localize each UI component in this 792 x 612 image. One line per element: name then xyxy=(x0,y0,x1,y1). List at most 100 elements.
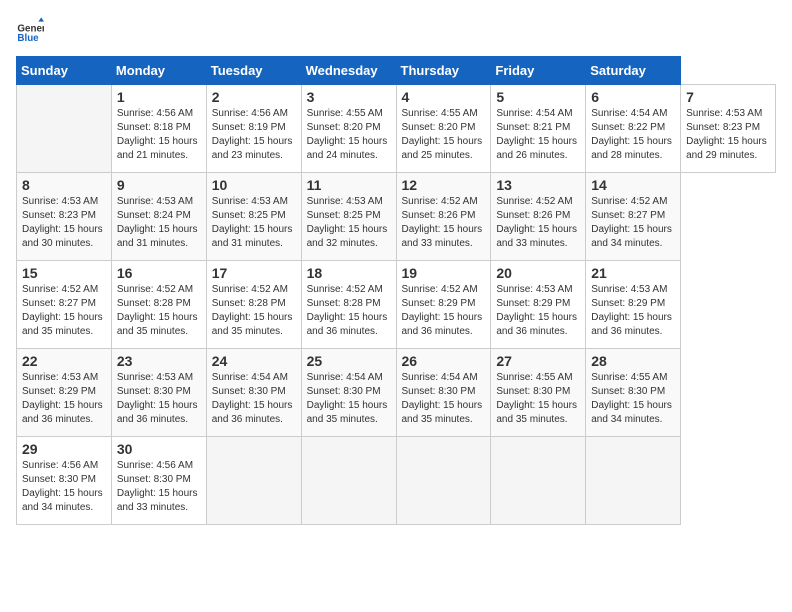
calendar-day-cell: 28 Sunrise: 4:55 AM Sunset: 8:30 PM Dayl… xyxy=(586,349,681,437)
calendar-day-cell: 7 Sunrise: 4:53 AM Sunset: 8:23 PM Dayli… xyxy=(681,85,776,173)
calendar-day-cell: 13 Sunrise: 4:52 AM Sunset: 8:26 PM Dayl… xyxy=(491,173,586,261)
day-info: Sunrise: 4:54 AM Sunset: 8:30 PM Dayligh… xyxy=(402,371,486,427)
day-number: 6 xyxy=(591,89,675,105)
day-number: 21 xyxy=(591,265,675,281)
calendar-day-cell: 17 Sunrise: 4:52 AM Sunset: 8:28 PM Dayl… xyxy=(206,261,301,349)
calendar-day-cell: 2 Sunrise: 4:56 AM Sunset: 8:19 PM Dayli… xyxy=(206,85,301,173)
calendar-header-day: Tuesday xyxy=(206,57,301,85)
calendar-day-cell: 24 Sunrise: 4:54 AM Sunset: 8:30 PM Dayl… xyxy=(206,349,301,437)
day-number: 27 xyxy=(496,353,580,369)
calendar-day-cell: 22 Sunrise: 4:53 AM Sunset: 8:29 PM Dayl… xyxy=(17,349,112,437)
day-info: Sunrise: 4:53 AM Sunset: 8:24 PM Dayligh… xyxy=(117,195,201,251)
calendar-day-cell: 6 Sunrise: 4:54 AM Sunset: 8:22 PM Dayli… xyxy=(586,85,681,173)
calendar-day-cell: 8 Sunrise: 4:53 AM Sunset: 8:23 PM Dayli… xyxy=(17,173,112,261)
calendar-week-row: 8 Sunrise: 4:53 AM Sunset: 8:23 PM Dayli… xyxy=(17,173,776,261)
calendar-day-cell: 18 Sunrise: 4:52 AM Sunset: 8:28 PM Dayl… xyxy=(301,261,396,349)
calendar-day-cell xyxy=(491,437,586,525)
day-info: Sunrise: 4:54 AM Sunset: 8:30 PM Dayligh… xyxy=(212,371,296,427)
calendar-day-cell: 11 Sunrise: 4:53 AM Sunset: 8:25 PM Dayl… xyxy=(301,173,396,261)
day-number: 9 xyxy=(117,177,201,193)
logo-icon: General Blue xyxy=(16,16,44,44)
calendar-day-cell: 25 Sunrise: 4:54 AM Sunset: 8:30 PM Dayl… xyxy=(301,349,396,437)
day-info: Sunrise: 4:52 AM Sunset: 8:26 PM Dayligh… xyxy=(402,195,486,251)
day-info: Sunrise: 4:53 AM Sunset: 8:25 PM Dayligh… xyxy=(212,195,296,251)
calendar-day-cell: 5 Sunrise: 4:54 AM Sunset: 8:21 PM Dayli… xyxy=(491,85,586,173)
day-info: Sunrise: 4:56 AM Sunset: 8:19 PM Dayligh… xyxy=(212,107,296,163)
day-number: 4 xyxy=(402,89,486,105)
calendar-day-cell: 12 Sunrise: 4:52 AM Sunset: 8:26 PM Dayl… xyxy=(396,173,491,261)
calendar-header-row: SundayMondayTuesdayWednesdayThursdayFrid… xyxy=(17,57,776,85)
day-info: Sunrise: 4:56 AM Sunset: 8:30 PM Dayligh… xyxy=(22,459,106,515)
day-info: Sunrise: 4:53 AM Sunset: 8:25 PM Dayligh… xyxy=(307,195,391,251)
day-info: Sunrise: 4:55 AM Sunset: 8:20 PM Dayligh… xyxy=(307,107,391,163)
calendar-day-cell xyxy=(301,437,396,525)
calendar-day-cell: 15 Sunrise: 4:52 AM Sunset: 8:27 PM Dayl… xyxy=(17,261,112,349)
day-number: 22 xyxy=(22,353,106,369)
svg-text:Blue: Blue xyxy=(17,33,39,44)
day-info: Sunrise: 4:53 AM Sunset: 8:29 PM Dayligh… xyxy=(496,283,580,339)
day-number: 8 xyxy=(22,177,106,193)
day-info: Sunrise: 4:53 AM Sunset: 8:29 PM Dayligh… xyxy=(22,371,106,427)
day-number: 11 xyxy=(307,177,391,193)
calendar-day-cell: 4 Sunrise: 4:55 AM Sunset: 8:20 PM Dayli… xyxy=(396,85,491,173)
day-number: 30 xyxy=(117,441,201,457)
day-info: Sunrise: 4:53 AM Sunset: 8:29 PM Dayligh… xyxy=(591,283,675,339)
day-info: Sunrise: 4:52 AM Sunset: 8:29 PM Dayligh… xyxy=(402,283,486,339)
day-number: 10 xyxy=(212,177,296,193)
day-info: Sunrise: 4:55 AM Sunset: 8:30 PM Dayligh… xyxy=(496,371,580,427)
day-info: Sunrise: 4:53 AM Sunset: 8:23 PM Dayligh… xyxy=(22,195,106,251)
calendar-week-row: 22 Sunrise: 4:53 AM Sunset: 8:29 PM Dayl… xyxy=(17,349,776,437)
day-number: 20 xyxy=(496,265,580,281)
day-info: Sunrise: 4:54 AM Sunset: 8:30 PM Dayligh… xyxy=(307,371,391,427)
calendar-week-row: 1 Sunrise: 4:56 AM Sunset: 8:18 PM Dayli… xyxy=(17,85,776,173)
day-info: Sunrise: 4:52 AM Sunset: 8:28 PM Dayligh… xyxy=(212,283,296,339)
day-number: 3 xyxy=(307,89,391,105)
day-info: Sunrise: 4:52 AM Sunset: 8:27 PM Dayligh… xyxy=(591,195,675,251)
day-number: 18 xyxy=(307,265,391,281)
calendar-day-cell: 23 Sunrise: 4:53 AM Sunset: 8:30 PM Dayl… xyxy=(111,349,206,437)
calendar-day-cell: 16 Sunrise: 4:52 AM Sunset: 8:28 PM Dayl… xyxy=(111,261,206,349)
calendar-day-cell xyxy=(17,85,112,173)
day-info: Sunrise: 4:52 AM Sunset: 8:26 PM Dayligh… xyxy=(496,195,580,251)
calendar-day-cell: 10 Sunrise: 4:53 AM Sunset: 8:25 PM Dayl… xyxy=(206,173,301,261)
calendar-header-day: Wednesday xyxy=(301,57,396,85)
calendar-day-cell xyxy=(396,437,491,525)
calendar-day-cell: 20 Sunrise: 4:53 AM Sunset: 8:29 PM Dayl… xyxy=(491,261,586,349)
day-number: 23 xyxy=(117,353,201,369)
calendar-day-cell: 1 Sunrise: 4:56 AM Sunset: 8:18 PM Dayli… xyxy=(111,85,206,173)
calendar-week-row: 29 Sunrise: 4:56 AM Sunset: 8:30 PM Dayl… xyxy=(17,437,776,525)
day-number: 7 xyxy=(686,89,770,105)
calendar-body: 1 Sunrise: 4:56 AM Sunset: 8:18 PM Dayli… xyxy=(17,85,776,525)
day-info: Sunrise: 4:55 AM Sunset: 8:20 PM Dayligh… xyxy=(402,107,486,163)
day-number: 26 xyxy=(402,353,486,369)
day-info: Sunrise: 4:53 AM Sunset: 8:30 PM Dayligh… xyxy=(117,371,201,427)
day-number: 13 xyxy=(496,177,580,193)
calendar-header-day: Sunday xyxy=(17,57,112,85)
calendar-day-cell: 3 Sunrise: 4:55 AM Sunset: 8:20 PM Dayli… xyxy=(301,85,396,173)
calendar-day-cell: 19 Sunrise: 4:52 AM Sunset: 8:29 PM Dayl… xyxy=(396,261,491,349)
day-number: 14 xyxy=(591,177,675,193)
day-number: 16 xyxy=(117,265,201,281)
day-number: 25 xyxy=(307,353,391,369)
day-info: Sunrise: 4:56 AM Sunset: 8:30 PM Dayligh… xyxy=(117,459,201,515)
calendar-day-cell xyxy=(586,437,681,525)
day-number: 29 xyxy=(22,441,106,457)
day-number: 1 xyxy=(117,89,201,105)
day-info: Sunrise: 4:55 AM Sunset: 8:30 PM Dayligh… xyxy=(591,371,675,427)
logo: General Blue xyxy=(16,16,44,44)
calendar-day-cell: 26 Sunrise: 4:54 AM Sunset: 8:30 PM Dayl… xyxy=(396,349,491,437)
calendar-day-cell: 9 Sunrise: 4:53 AM Sunset: 8:24 PM Dayli… xyxy=(111,173,206,261)
day-info: Sunrise: 4:52 AM Sunset: 8:28 PM Dayligh… xyxy=(117,283,201,339)
calendar-table: SundayMondayTuesdayWednesdayThursdayFrid… xyxy=(16,56,776,525)
day-info: Sunrise: 4:52 AM Sunset: 8:27 PM Dayligh… xyxy=(22,283,106,339)
day-info: Sunrise: 4:54 AM Sunset: 8:21 PM Dayligh… xyxy=(496,107,580,163)
calendar-header-day: Friday xyxy=(491,57,586,85)
day-info: Sunrise: 4:53 AM Sunset: 8:23 PM Dayligh… xyxy=(686,107,770,163)
calendar-header-day: Saturday xyxy=(586,57,681,85)
day-number: 17 xyxy=(212,265,296,281)
day-number: 28 xyxy=(591,353,675,369)
day-number: 2 xyxy=(212,89,296,105)
calendar-header-day: Monday xyxy=(111,57,206,85)
calendar-day-cell: 27 Sunrise: 4:55 AM Sunset: 8:30 PM Dayl… xyxy=(491,349,586,437)
day-info: Sunrise: 4:52 AM Sunset: 8:28 PM Dayligh… xyxy=(307,283,391,339)
